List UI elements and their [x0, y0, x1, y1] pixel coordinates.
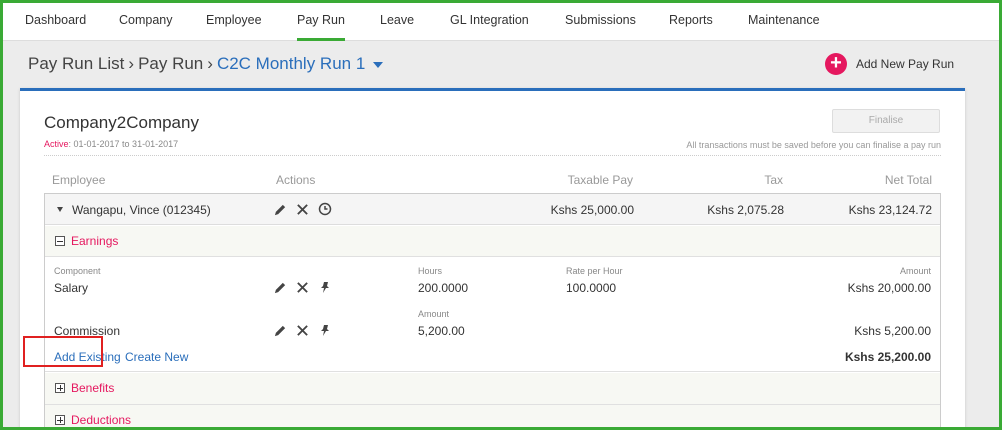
deductions-label[interactable]: Deductions: [71, 413, 131, 427]
earnings-section-header[interactable]: Earnings: [45, 226, 940, 257]
commission-component: Commission: [54, 324, 121, 338]
commission-value: 5,200.00: [418, 324, 465, 338]
salary-component: Salary: [54, 281, 89, 295]
deductions-section-header[interactable]: Deductions: [45, 405, 940, 430]
benefits-label[interactable]: Benefits: [71, 381, 114, 395]
salary-amount: Kshs 20,000.00: [847, 281, 931, 295]
finalise-button[interactable]: Finalise: [832, 109, 940, 133]
earnings-label[interactable]: Earnings: [71, 234, 118, 248]
component-header: Component: [54, 266, 101, 276]
expand-plus-icon[interactable]: [55, 383, 65, 393]
collapse-minus-icon[interactable]: [55, 236, 65, 246]
add-existing-link[interactable]: Add Existing: [54, 350, 121, 364]
nav-reports[interactable]: Reports: [669, 3, 713, 41]
delete-x-icon[interactable]: [296, 203, 309, 216]
pencil-icon[interactable]: [274, 324, 287, 337]
create-new-link[interactable]: Create New: [125, 350, 188, 364]
employee-taxable-pay: Kshs 25,000.00: [550, 203, 634, 217]
col-header-tax: Tax: [764, 173, 783, 187]
commission-amount-label: Amount: [418, 309, 450, 319]
nav-maintenance[interactable]: Maintenance: [748, 3, 820, 41]
clock-icon[interactable]: [318, 202, 332, 216]
top-nav: Dashboard Company Employee Pay Run Leave…: [3, 3, 999, 41]
employee-net-total: Kshs 23,124.72: [848, 203, 932, 217]
employee-tax: Kshs 2,075.28: [707, 203, 784, 217]
finalise-note: All transactions must be saved before yo…: [686, 140, 941, 150]
col-header-taxable-pay: Taxable Pay: [567, 173, 633, 187]
pencil-icon[interactable]: [274, 203, 287, 216]
employee-name: Wangapu, Vince (012345): [72, 203, 211, 217]
breadcrumb-separator: ›: [207, 54, 213, 73]
earnings-total: Kshs 25,200.00: [844, 350, 931, 364]
active-status: Active: [44, 139, 69, 149]
active-period: Active: 01-01-2017 to 31-01-2017: [44, 139, 178, 149]
delete-x-icon[interactable]: [296, 281, 309, 294]
expand-arrow-icon[interactable]: [57, 207, 63, 212]
breadcrumb-current[interactable]: C2C Monthly Run 1: [217, 54, 365, 73]
breadcrumb-separator: ›: [128, 54, 135, 73]
plus-circle-icon[interactable]: +: [825, 53, 847, 75]
add-new-pay-run-label[interactable]: Add New Pay Run: [856, 57, 954, 71]
pay-run-card: Company2Company Active: 01-01-2017 to 31…: [20, 88, 965, 430]
col-header-net-total: Net Total: [884, 173, 932, 187]
nav-company[interactable]: Company: [119, 3, 173, 41]
col-header-actions: Actions: [276, 173, 316, 187]
hours-label: Hours: [418, 266, 443, 276]
breadcrumb-pay-run-list[interactable]: Pay Run List: [28, 54, 124, 73]
breadcrumb: Pay Run List › Pay Run › C2C Monthly Run 1: [28, 54, 384, 74]
period-dates: : 01-01-2017 to 31-01-2017: [68, 139, 179, 149]
company-name: Company2Company: [44, 113, 199, 132]
delete-x-icon[interactable]: [296, 324, 309, 337]
employee-table: Wangapu, Vince (012345) Kshs 25,000.00 K…: [44, 193, 941, 430]
nav-gl-integration[interactable]: GL Integration: [450, 3, 529, 41]
divider: [44, 155, 941, 156]
chevron-down-icon[interactable]: [373, 61, 384, 68]
rate-per-hour-label: Rate per Hour: [566, 266, 623, 276]
salary-hours: 200.0000: [418, 281, 469, 295]
col-header-employee: Employee: [52, 173, 106, 187]
expand-plus-icon[interactable]: [55, 415, 65, 425]
commission-amount: Kshs 5,200.00: [854, 324, 931, 338]
salary-rate: 100.0000: [566, 281, 617, 295]
nav-leave[interactable]: Leave: [380, 3, 414, 41]
nav-employee[interactable]: Employee: [206, 3, 262, 41]
breadcrumb-pay-run[interactable]: Pay Run: [138, 54, 203, 73]
pin-icon[interactable]: [319, 281, 331, 294]
nav-submissions[interactable]: Submissions: [565, 3, 636, 41]
employee-row[interactable]: Wangapu, Vince (012345) Kshs 25,000.00 K…: [45, 194, 940, 225]
nav-dashboard[interactable]: Dashboard: [25, 3, 86, 41]
pencil-icon[interactable]: [274, 281, 287, 294]
benefits-section-header[interactable]: Benefits: [45, 373, 940, 405]
nav-pay-run[interactable]: Pay Run: [297, 3, 345, 41]
amount-header: Amount: [899, 266, 931, 276]
pin-icon[interactable]: [319, 324, 331, 337]
earnings-body: Component Amount Hours Rate per Hour Sal…: [45, 258, 940, 372]
